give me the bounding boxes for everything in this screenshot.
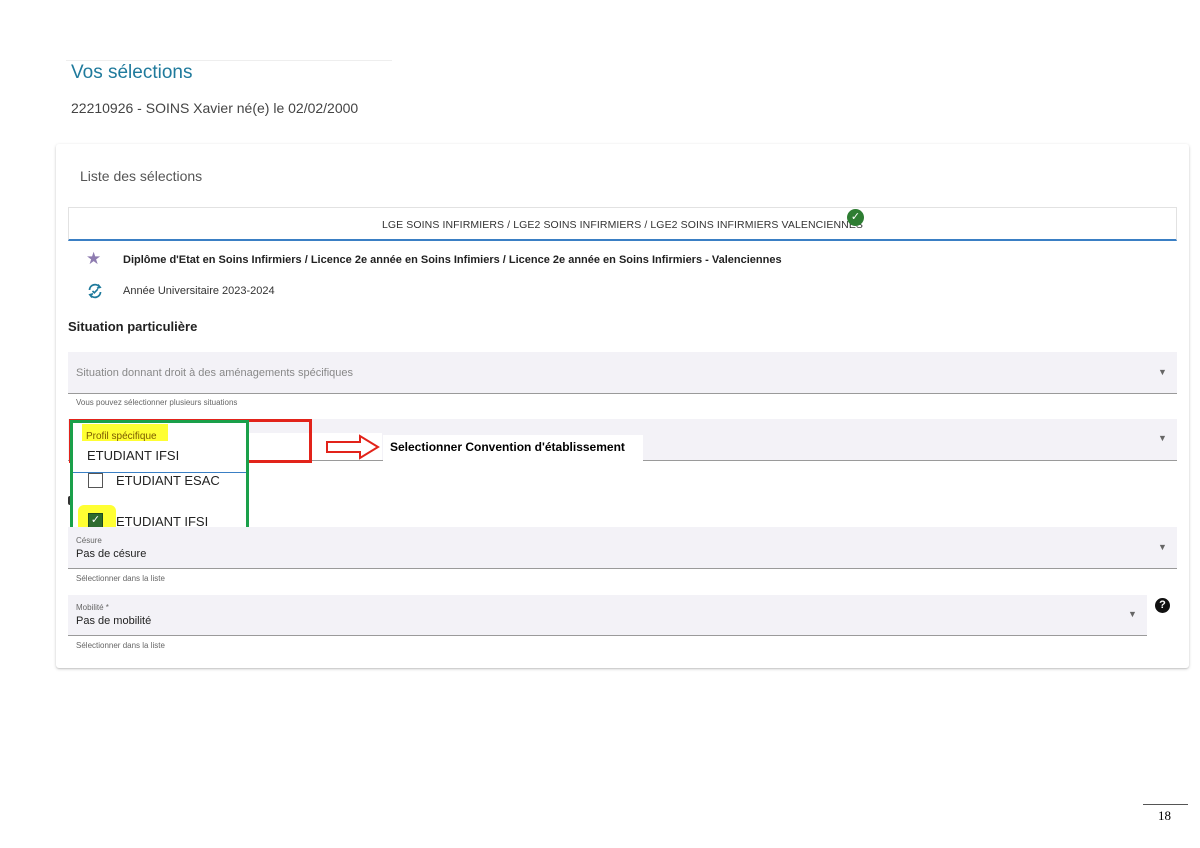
student-info: 22210926 - SOINS Xavier né(e) le 02/02/2… — [71, 100, 359, 116]
checkbox-etudiant-ifsi[interactable]: ✓ — [88, 513, 103, 528]
situation-hint: Vous pouvez sélectionner plusieurs situa… — [76, 398, 238, 407]
chevron-down-icon[interactable]: ▼ — [1158, 433, 1167, 443]
profil-label: Profil spécifique — [86, 431, 157, 442]
profil-value: ETUDIANT IFSI — [87, 448, 180, 463]
cesure-select[interactable] — [68, 527, 1177, 569]
instruction-text: Selectionner Convention d'établissement — [390, 440, 625, 454]
arrow-right-icon — [326, 434, 380, 460]
chevron-down-icon[interactable]: ▼ — [1158, 367, 1167, 377]
mobilite-hint: Sélectionner dans la liste — [76, 641, 165, 650]
mobilite-value: Pas de mobilité — [76, 615, 152, 627]
title-divider — [66, 60, 392, 61]
page-title: Vos sélections — [71, 62, 193, 83]
chevron-down-icon[interactable]: ▼ — [1128, 609, 1137, 619]
diploma-label: Diplôme d'Etat en Soins Infirmiers / Lic… — [123, 254, 782, 266]
help-icon[interactable]: ? — [1155, 598, 1170, 613]
page-number-rule — [1143, 804, 1188, 805]
situation-placeholder: Situation donnant droit à des aménagemen… — [76, 367, 354, 379]
cesure-hint: Sélectionner dans la liste — [76, 574, 165, 583]
option-etudiant-esac[interactable]: ETUDIANT ESAC — [116, 473, 220, 488]
card-title: Liste des sélections — [80, 168, 203, 184]
checkbox-etudiant-esac[interactable] — [88, 473, 103, 488]
page-number: 18 — [1158, 808, 1171, 823]
star-icon: ★ — [86, 249, 102, 268]
chevron-down-icon[interactable]: ▼ — [1158, 542, 1167, 552]
sync-icon — [88, 283, 102, 299]
selection-tab-label: LGE SOINS INFIRMIERS / LGE2 SOINS INFIRM… — [381, 219, 864, 231]
section-title-situation: Situation particulière — [68, 319, 198, 334]
mobilite-select[interactable] — [68, 595, 1147, 636]
cesure-label: Césure — [76, 536, 102, 545]
check-circle-icon: ✓ — [847, 209, 864, 226]
cesure-value: Pas de césure — [76, 548, 147, 560]
academic-year: Année Universitaire 2023-2024 — [123, 285, 275, 297]
mobilite-label: Mobilité * — [76, 603, 109, 612]
